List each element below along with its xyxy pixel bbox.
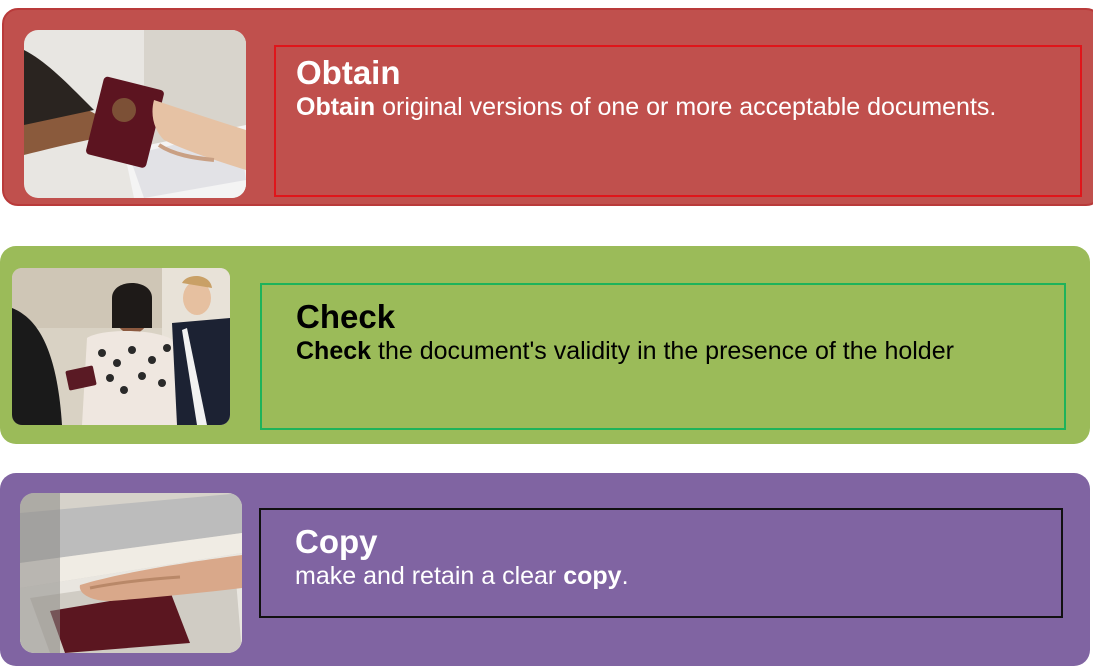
copy-step-card: Copy make and retain a clear copy.	[0, 473, 1090, 666]
check-bold-word: Check	[296, 337, 372, 365]
obtain-step-card: Obtain Obtain original versions of one o…	[2, 8, 1093, 206]
copy-title: Copy	[295, 523, 378, 560]
check-body-text: the document's validity in the presence …	[371, 337, 954, 365]
copy-body-suffix: .	[621, 562, 629, 590]
photocopy-photo	[20, 493, 242, 653]
check-description: Check the document's validity in the pre…	[296, 335, 1030, 367]
copy-body-prefix: make and retain a clear	[295, 562, 564, 590]
passport-handover-photo	[24, 30, 246, 198]
copy-description: make and retain a clear copy.	[295, 560, 1027, 592]
check-step-card: Check Check the document's validity in t…	[0, 246, 1090, 444]
check-text-box: Check Check the document's validity in t…	[260, 283, 1066, 430]
obtain-title: Obtain	[296, 54, 401, 91]
obtain-description: Obtain original versions of one or more …	[296, 91, 1060, 123]
copy-bold-word: copy	[563, 562, 622, 590]
obtain-text-box: Obtain Obtain original versions of one o…	[274, 45, 1082, 197]
obtain-bold-word: Obtain	[296, 93, 376, 121]
copy-text-box: Copy make and retain a clear copy.	[259, 508, 1063, 618]
check-title: Check	[296, 298, 396, 335]
document-check-photo	[12, 268, 230, 425]
obtain-body-text: original versions of one or more accepta…	[375, 93, 997, 121]
